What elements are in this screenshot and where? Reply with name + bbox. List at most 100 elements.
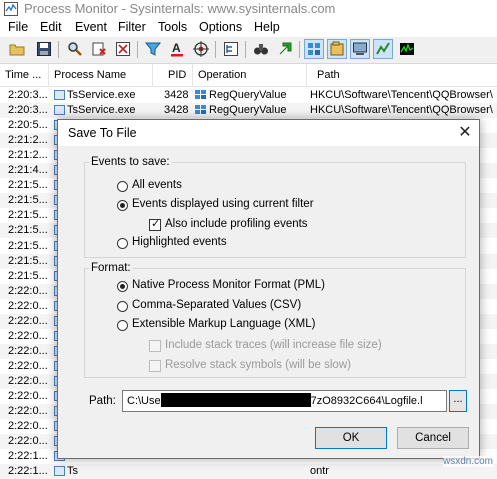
- process-icon: [54, 466, 65, 477]
- close-icon[interactable]: ✕: [455, 123, 475, 143]
- cell-operation: RegQueryValue: [195, 88, 307, 103]
- open-folder-icon[interactable]: [9, 41, 25, 57]
- cell-time: 2:22:0...: [8, 435, 48, 448]
- magnifier-icon[interactable]: [67, 41, 83, 57]
- cell-time: 2:22:0...: [8, 390, 48, 402]
- clear-display-icon[interactable]: [115, 41, 131, 57]
- cell-time: 2:22:1...: [8, 465, 48, 478]
- radio-format-xml-label[interactable]: Extensible Markup Language (XML): [132, 318, 315, 330]
- events-to-save-label: Events to save:: [89, 156, 172, 168]
- save-to-file-dialog: Save To File ✕ Events to save: All event…: [57, 119, 480, 459]
- radio-filtered-events[interactable]: [117, 200, 128, 211]
- cell-path: HKCU\Software\Tencent\QQBrowser\: [310, 104, 493, 117]
- capture-stop-icon[interactable]: [91, 41, 107, 57]
- event-list-header: Time ... Process Name PID Operation Path: [0, 64, 497, 87]
- cell-time: 2:21:5...: [8, 239, 48, 252]
- toolbar-separator: [299, 41, 300, 58]
- radio-format-csv-label[interactable]: Comma-Separated Values (CSV): [132, 299, 301, 311]
- checkbox-profiling-events-label[interactable]: Also include profiling events: [165, 218, 308, 230]
- path-suffix: 7zO8932C664\Logfile.l: [310, 395, 423, 407]
- radio-filtered-events-label[interactable]: Events displayed using current filter: [132, 198, 314, 210]
- cell-time: 2:22:0...: [8, 314, 48, 327]
- toolbar-separator: [245, 41, 246, 58]
- process-icon: [54, 105, 65, 116]
- radio-format-csv[interactable]: [117, 301, 128, 312]
- filter-icon[interactable]: [145, 41, 161, 57]
- target-icon[interactable]: [193, 41, 209, 57]
- profiling-events-icon[interactable]: [399, 41, 415, 57]
- menu-tools[interactable]: Tools: [158, 20, 187, 34]
- cell-time: 2:20:5...: [8, 119, 48, 132]
- highlight-icon[interactable]: A: [169, 41, 185, 57]
- format-label: Format:: [89, 262, 133, 274]
- cell-time: 2:22:0...: [8, 359, 48, 372]
- cell-time: 2:22:1...: [8, 450, 48, 463]
- radio-all-events[interactable]: [117, 181, 128, 192]
- cell-time: 2:22:0...: [8, 420, 48, 433]
- cancel-button[interactable]: Cancel: [397, 427, 469, 449]
- column-process-name[interactable]: Process Name: [49, 64, 153, 86]
- menu-edit[interactable]: Edit: [40, 20, 62, 34]
- binoculars-icon[interactable]: [253, 41, 269, 57]
- menu-bar: File Edit Event Filter Tools Options Hel…: [0, 18, 497, 37]
- radio-format-pml[interactable]: [117, 281, 128, 292]
- toolbar-separator: [137, 41, 138, 58]
- jump-to-arrow-icon[interactable]: [277, 41, 293, 57]
- cell-process: Ts: [54, 464, 153, 479]
- checkbox-resolve-symbols-label: Resolve stack symbols (will be slow): [165, 359, 351, 371]
- redacted-path-segment: [160, 393, 311, 407]
- menu-help[interactable]: Help: [254, 20, 280, 34]
- path-input[interactable]: C:\Use 7zO8932C664\Logfile.l: [122, 390, 447, 412]
- table-row[interactable]: 2:22:1...Tsontr: [0, 464, 497, 479]
- checkbox-stack-traces[interactable]: [149, 340, 161, 352]
- cell-time: 2:22:0...: [8, 405, 48, 418]
- registry-activity-icon[interactable]: [304, 39, 324, 59]
- toolbar-separator: [215, 41, 216, 58]
- cell-process: TsService.exe: [54, 88, 153, 103]
- dialog-titlebar: Save To File ✕: [58, 120, 479, 146]
- column-pid[interactable]: PID: [153, 64, 193, 86]
- cell-time: 2:21:4...: [8, 164, 48, 177]
- column-time[interactable]: Time ...: [0, 64, 49, 86]
- process-icon: [54, 90, 65, 100]
- radio-highlighted-events-label[interactable]: Highlighted events: [132, 236, 227, 248]
- cell-time: 2:22:0...: [8, 284, 48, 297]
- network-activity-icon[interactable]: [350, 39, 370, 59]
- menu-event[interactable]: Event: [75, 20, 107, 34]
- svg-text:A: A: [172, 41, 181, 55]
- menu-options[interactable]: Options: [199, 20, 242, 34]
- radio-format-pml-label[interactable]: Native Process Monitor Format (PML): [132, 279, 325, 291]
- checkbox-profiling-events[interactable]: [149, 217, 161, 231]
- process-tree-icon[interactable]: [223, 41, 239, 57]
- cell-time: 2:21:5...: [8, 179, 48, 192]
- checkbox-stack-traces-label: Include stack traces (will increase file…: [165, 339, 382, 351]
- table-row[interactable]: 2:20:3... TsService.exe 3428 RegQueryValue H…: [0, 88, 497, 103]
- radio-highlighted-events[interactable]: [117, 238, 128, 249]
- column-operation[interactable]: Operation: [193, 64, 307, 86]
- menu-file[interactable]: File: [8, 20, 28, 34]
- cell-pid: 3428: [164, 89, 189, 101]
- process-monitor-app-icon: [4, 2, 18, 16]
- browse-button[interactable]: ...: [449, 390, 467, 412]
- table-row[interactable]: 2:20:3... TsService.exe 3428 RegQueryValue H…: [0, 103, 497, 119]
- cell-path: HKCU\Software\Tencent\QQBrowser\: [310, 89, 493, 101]
- cell-time: 2:21:5...: [8, 209, 48, 222]
- cell-time: 2:21:5...: [8, 224, 48, 237]
- path-prefix: C:\Use: [127, 395, 161, 407]
- checkbox-resolve-symbols[interactable]: [149, 360, 161, 372]
- cell-time: 2:20:3...: [8, 89, 48, 101]
- column-path[interactable]: Path: [307, 64, 497, 86]
- radio-all-events-label[interactable]: All events: [132, 179, 182, 191]
- cell-time: 2:21:5...: [8, 194, 48, 207]
- cell-operation: RegQueryValue: [195, 103, 307, 118]
- ok-button[interactable]: OK: [315, 427, 387, 449]
- cell-time: 2:21:5...: [8, 254, 48, 267]
- cell-time: 2:21:2...: [8, 134, 48, 147]
- cell-process: TsService.exe: [54, 103, 153, 118]
- menu-filter[interactable]: Filter: [118, 20, 146, 34]
- process-thread-activity-icon[interactable]: [373, 39, 393, 59]
- radio-format-xml[interactable]: [117, 320, 128, 331]
- watermark: wsxdn.com: [442, 456, 493, 467]
- filesystem-activity-icon[interactable]: [327, 39, 347, 59]
- save-disk-icon[interactable]: [36, 41, 52, 57]
